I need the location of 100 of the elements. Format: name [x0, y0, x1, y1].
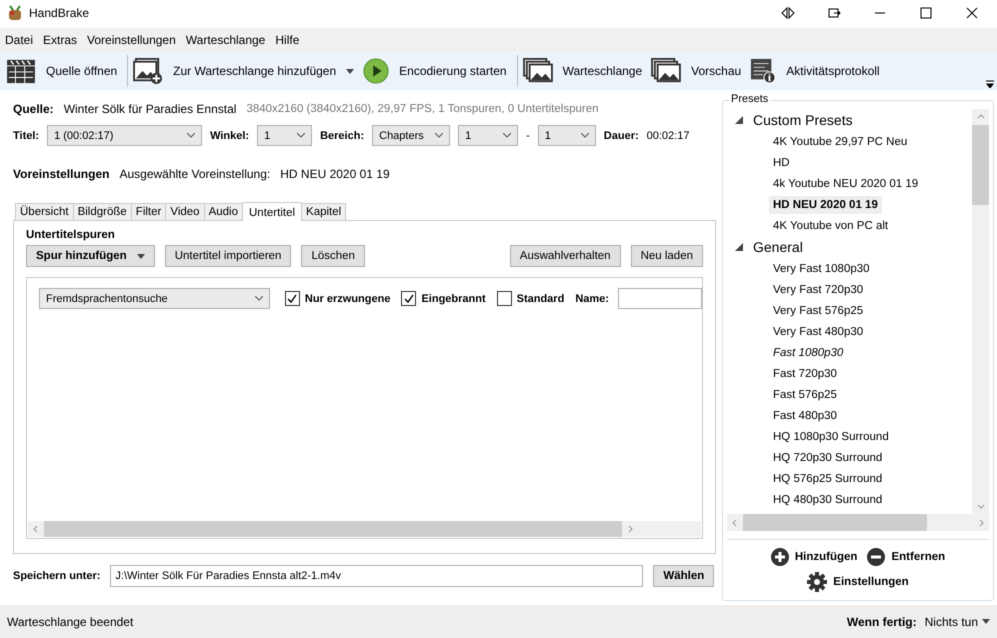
preset-item[interactable]: Fast 1080p30 [769, 344, 848, 362]
log-toolbar-button[interactable]: Aktivitätsprotokoll [748, 54, 887, 88]
add-track-dropdown-button[interactable]: Spur hinzufügen [26, 245, 155, 267]
source-name: Winter Sölk für Paradies Ennstal [64, 102, 236, 116]
when-done-label: Wenn fertig: [846, 614, 917, 628]
tab[interactable]: Bildgröße [72, 203, 132, 220]
angle-label: Winkel: [210, 130, 250, 142]
settings-button[interactable]: Einstellungen [805, 572, 911, 592]
preview-toolbar-button[interactable]: Vorschau [649, 54, 748, 88]
minus-circle-icon [867, 548, 886, 566]
caret-icon [982, 619, 990, 624]
presets-title: Presets [729, 93, 770, 105]
preset-item[interactable]: Very Fast 480p30 [769, 322, 868, 340]
close-icon[interactable] [965, 6, 979, 20]
panel-button[interactable]: Auswahlverhalten [510, 245, 621, 267]
add-image-icon [133, 58, 164, 84]
maximize-icon[interactable] [919, 6, 933, 20]
window-title: HandBrake [29, 6, 90, 20]
preset-item[interactable]: Very Fast 720p30 [769, 280, 868, 298]
title-dropdown[interactable]: 1 (00:02:17) [47, 125, 202, 146]
preset-item[interactable]: HD NEU 2020 01 19 [769, 196, 882, 214]
tab[interactable]: Filter [130, 203, 166, 220]
selected-preset-caption: Ausgewählte Voreinstellung: [119, 167, 270, 181]
preset-item[interactable]: HQ 720p30 Surround [769, 448, 886, 466]
source-toolbar-button[interactable]: Quelle öffnen [4, 54, 124, 88]
expander-icon[interactable] [735, 243, 743, 251]
image-stack-icon [651, 58, 682, 84]
overflow-icon[interactable] [986, 80, 994, 88]
preset-item[interactable]: HQ 576p25 Surround [769, 470, 886, 488]
vertical-scrollbar[interactable] [972, 109, 989, 514]
plus-circle-icon [770, 548, 789, 566]
preset-item[interactable]: HQ 480p30 Surround [769, 490, 886, 508]
preset-item[interactable]: 4K Youtube 29,97 PC Neu [769, 132, 912, 150]
preset-item[interactable]: HQ 1080p30 Surround [769, 428, 893, 446]
angle-dropdown[interactable]: 1 [257, 125, 312, 146]
chevron-down-icon [297, 133, 306, 138]
scrollbar-thumb[interactable] [743, 514, 927, 531]
preset-item[interactable]: Fast 480p30 [769, 406, 841, 424]
preset-item[interactable]: 4k Youtube NEU 2020 01 19 [769, 174, 922, 192]
checkbox-label: Nur erzwungene [304, 292, 390, 304]
menu-item[interactable]: Hilfe [270, 33, 304, 47]
tab[interactable]: Übersicht [15, 203, 74, 220]
tab[interactable]: Audio [204, 203, 243, 220]
checkbox-label: Eingebrannt [421, 292, 486, 304]
source-info: 3840x2160 (3840x2160), 29,97 FPS, 1 Tonspuren, 0 Untertitelspuren [246, 103, 598, 115]
duration-value: 00:02:17 [646, 130, 690, 142]
panel-button[interactable]: Neu laden [630, 245, 703, 267]
preset-item[interactable]: 4K Youtube von PC alt [769, 216, 892, 234]
remove-preset-button[interactable]: Entfernen [865, 548, 948, 566]
range-label: Bereich: [320, 130, 364, 142]
add-toolbar-button[interactable]: Zur Warteschlange hinzufügen [131, 54, 362, 88]
start-toolbar-button[interactable]: Encodierung starten [361, 54, 514, 88]
save-path-field[interactable]: J:\Winter Sölk Für Paradies Ennsta alt2-1.m4v [110, 565, 644, 587]
preset-item[interactable]: Fast 576p25 [769, 386, 841, 404]
chevron-down-icon [187, 133, 196, 138]
compact-overlay-icon[interactable] [827, 6, 841, 20]
queue-toolbar-button[interactable]: Warteschlange [520, 54, 650, 88]
range-separator: - [526, 130, 530, 142]
chevron-down-icon [503, 133, 512, 138]
range-start-dropdown[interactable]: 1 [458, 125, 518, 146]
log-info-icon [750, 58, 776, 84]
selected-preset-value: HD NEU 2020 01 19 [280, 167, 390, 181]
preset-item[interactable]: HD [769, 154, 794, 172]
snap-icon[interactable] [781, 6, 795, 20]
preset-group[interactable]: Custom Presets [753, 112, 853, 128]
range-mode-dropdown[interactable]: Chapters [372, 125, 450, 146]
tab[interactable]: Untertitel [242, 202, 302, 221]
tab[interactable]: Video [165, 203, 205, 220]
when-done-dropdown[interactable]: Nichts tun [924, 614, 990, 628]
range-end-dropdown[interactable]: 1 [538, 125, 596, 146]
preset-group[interactable]: General [753, 239, 803, 255]
checkbox[interactable] [401, 291, 416, 306]
add-preset-button[interactable]: Hinzufügen [768, 548, 860, 566]
panel-button[interactable]: Löschen [301, 245, 365, 267]
track-dropdown[interactable]: Fremdsprachentonsuche [39, 288, 270, 309]
choose-button[interactable]: Wählen [653, 565, 714, 587]
tab[interactable]: Kapitel [301, 203, 346, 220]
menu-item[interactable]: Voreinstellungen [82, 33, 181, 47]
checkbox[interactable] [496, 291, 512, 306]
preset-item[interactable]: Fast 720p30 [769, 364, 841, 382]
status-text: Warteschlange beendet [7, 614, 134, 628]
play-icon [363, 58, 390, 84]
chevron-down-icon [580, 133, 589, 138]
duration-label: Dauer: [604, 130, 639, 142]
name-input-field[interactable] [618, 288, 702, 309]
chevron-down-icon [254, 296, 263, 301]
scrollbar-thumb[interactable] [972, 125, 989, 205]
title-label: Titel: [13, 130, 40, 142]
preset-item[interactable]: Very Fast 1080p30 [769, 260, 874, 278]
panel-button[interactable]: Untertitel importieren [164, 245, 292, 267]
horizontal-scrollbar[interactable] [727, 514, 989, 531]
preset-item[interactable]: Very Fast 576p25 [769, 302, 868, 320]
presets-label: Voreinstellungen [13, 167, 110, 181]
image-stack-icon [522, 58, 553, 84]
expander-icon[interactable] [735, 116, 743, 124]
menu-item[interactable]: Extras [38, 33, 82, 47]
checkbox[interactable] [284, 291, 300, 306]
menu-item[interactable]: Datei [0, 33, 38, 47]
menu-item[interactable]: Warteschlange [180, 33, 270, 47]
clapperboard-icon [6, 58, 36, 84]
